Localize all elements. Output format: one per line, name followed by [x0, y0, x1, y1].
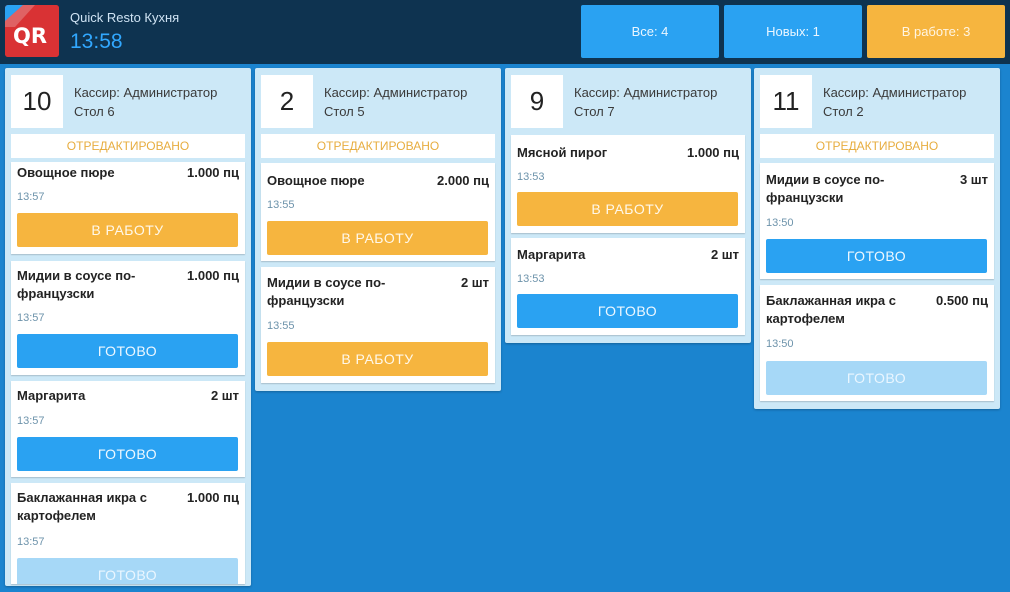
dish-time: 13:55 [267, 199, 295, 211]
ready-button[interactable]: ГОТОВО [17, 558, 238, 584]
ready-button[interactable]: ГОТОВО [17, 334, 238, 368]
dish-name: Маргарита [17, 388, 86, 403]
edited-badge: ОТРЕДАКТИРОВАНО [261, 134, 495, 158]
dish-card: Баклажанная икра с картофелем 1.000 пц 1… [11, 483, 245, 584]
dish-time: 13:57 [17, 312, 45, 324]
dish-name: Мидии в соусе по-французски [267, 275, 386, 308]
edited-badge: ОТРЕДАКТИРОВАНО [11, 134, 245, 158]
dish-quantity: 1.000 пц [187, 490, 239, 505]
dish-time: 13:57 [17, 536, 45, 548]
ready-button[interactable]: ГОТОВО [766, 239, 987, 273]
dish-time: 13:50 [766, 338, 794, 350]
dish-quantity: 1.000 пц [187, 165, 239, 180]
table-label: Стол 5 [324, 104, 365, 119]
start-work-button[interactable]: В РАБОТУ [267, 221, 488, 255]
dish-time: 13:50 [766, 217, 794, 229]
dish-card: Мидии в соусе по-французски 2 шт 13:55 В… [261, 267, 495, 383]
dish-time: 13:57 [17, 415, 45, 427]
dish-quantity: 2 шт [460, 275, 489, 290]
start-work-button[interactable]: В РАБОТУ [267, 342, 488, 376]
dish-card: Овощное пюре 2.000 пц 13:55 В РАБОТУ [261, 163, 495, 261]
dish-time: 13:53 [517, 273, 545, 285]
dish-quantity: 1.000 пц [687, 145, 739, 160]
start-work-button[interactable]: В РАБОТУ [517, 192, 738, 226]
table-label: Стол 7 [574, 104, 615, 119]
dish-quantity: 2.000 пц [437, 173, 489, 188]
dish-card: Мидии в соусе по-французски 1.000 пц 13:… [11, 261, 245, 375]
dish-card: Овощное пюре 1.000 пц 13:57 В РАБОТУ [11, 162, 245, 254]
edited-badge: ОТРЕДАКТИРОВАНО [760, 134, 994, 158]
start-work-button[interactable]: В РАБОТУ [17, 213, 238, 247]
filter-in-work-button[interactable]: В работе: 3 [867, 5, 1005, 58]
cashier-label: Кассир: Администратор [574, 85, 718, 100]
dish-quantity: 1.000 пц [187, 268, 239, 283]
dish-card: Мидии в соусе по-французски 3 шт 13:50 Г… [760, 163, 994, 279]
dish-quantity: 2 шт [210, 388, 239, 403]
dish-card: Баклажанная икра с картофелем 0.500 пц 1… [760, 285, 994, 401]
dish-quantity: 0.500 пц [936, 293, 988, 308]
cashier-label: Кассир: Администратор [324, 85, 468, 100]
dish-time: 13:55 [267, 320, 295, 332]
app-title: Quick Resto Кухня [70, 10, 180, 25]
dish-name: Мясной пирог [517, 145, 608, 160]
ready-button[interactable]: ГОТОВО [517, 294, 738, 328]
cashier-label: Кассир: Администратор [74, 85, 218, 100]
table-label: Стол 2 [823, 104, 864, 119]
top-bar: QR Quick Resto Кухня 13:58 Все: 4 Новых:… [0, 0, 1010, 64]
order-column: 11 Кассир: Администратор Стол 2 ОТРЕДАКТ… [754, 68, 1000, 409]
order-column: 10 Кассир: Администратор Стол 6 ОТРЕДАКТ… [5, 68, 251, 586]
dish-quantity: 3 шт [959, 172, 988, 187]
clock: 13:58 [70, 30, 123, 53]
dish-name: Мидии в соусе по-французски [17, 268, 136, 301]
order-header: 9 Кассир: Администратор Стол 7 [505, 68, 751, 132]
dish-quantity: 2 шт [710, 247, 739, 262]
dish-card: Маргарита 2 шт 13:53 ГОТОВО [511, 238, 745, 335]
dish-name: Овощное пюре [267, 173, 365, 188]
filter-new-button[interactable]: Новых: 1 [724, 5, 862, 58]
order-header: 2 Кассир: Администратор Стол 5 [255, 68, 501, 132]
order-header: 10 Кассир: Администратор Стол 6 [5, 68, 251, 132]
order-number: 9 [511, 75, 563, 128]
order-number: 2 [261, 75, 313, 128]
order-column: 2 Кассир: Администратор Стол 5 ОТРЕДАКТИ… [255, 68, 501, 391]
order-header: 11 Кассир: Администратор Стол 2 [754, 68, 1000, 132]
dish-card: Маргарита 2 шт 13:57 ГОТОВО [11, 381, 245, 477]
dish-name: Маргарита [517, 247, 586, 262]
dish-name: Баклажанная икра с картофелем [766, 293, 896, 326]
cashier-label: Кассир: Администратор [823, 85, 967, 100]
filter-all-button[interactable]: Все: 4 [581, 5, 719, 58]
ready-button[interactable]: ГОТОВО [17, 437, 238, 471]
dish-name: Овощное пюре [17, 165, 115, 180]
logo-mark-icon: QR [5, 5, 59, 57]
dish-time: 13:57 [17, 191, 45, 203]
order-number: 11 [760, 75, 812, 128]
table-label: Стол 6 [74, 104, 115, 119]
order-number: 10 [11, 75, 63, 128]
dish-card: Мясной пирог 1.000 пц 13:53 В РАБОТУ [511, 135, 745, 233]
ready-button[interactable]: ГОТОВО [766, 361, 987, 395]
order-column: 9 Кассир: Администратор Стол 7 Мясной пи… [505, 68, 751, 343]
svg-text:QR: QR [13, 24, 47, 48]
dish-name: Баклажанная икра с картофелем [17, 490, 147, 523]
dish-time: 13:53 [517, 171, 545, 183]
quick-resto-logo: QR [5, 5, 59, 57]
dish-name: Мидии в соусе по-французски [766, 172, 885, 205]
